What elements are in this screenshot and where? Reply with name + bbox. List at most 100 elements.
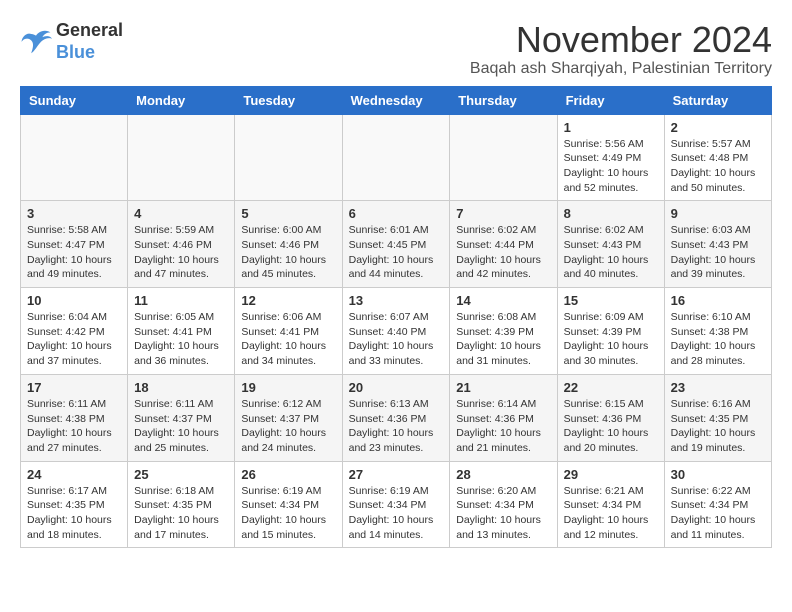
calendar-cell: 26Sunrise: 6:19 AM Sunset: 4:34 PM Dayli…: [235, 461, 342, 548]
day-info: Sunrise: 6:02 AM Sunset: 4:44 PM Dayligh…: [456, 223, 550, 282]
weekday-header: Wednesday: [342, 86, 450, 114]
calendar-week-row: 3Sunrise: 5:58 AM Sunset: 4:47 PM Daylig…: [21, 201, 772, 288]
weekday-header: Saturday: [664, 86, 771, 114]
weekday-header: Monday: [128, 86, 235, 114]
day-info: Sunrise: 6:11 AM Sunset: 4:38 PM Dayligh…: [27, 397, 121, 456]
calendar-cell: 14 Sunrise: 6:08 AM Sunset: 4:39 PM Dayli…: [450, 288, 557, 375]
day-info: Sunrise: 6:19 AM Sunset: 4:34 PM Dayligh…: [241, 484, 335, 543]
calendar-cell: 28 Sunrise: 6:20 AM Sunset: 4:34 PM Dayli…: [450, 461, 557, 548]
day-info: Sunrise: 6:22 AM Sunset: 4:34 PM Dayligh…: [671, 484, 765, 543]
logo: General Blue: [20, 20, 123, 63]
calendar-cell: 1 Sunrise: 5:56 AM Sunset: 4:49 PM Daylig…: [557, 114, 664, 201]
calendar-cell: 21 Sunrise: 6:14 AM Sunset: 4:36 PM Dayli…: [450, 374, 557, 461]
calendar-week-row: 17Sunrise: 6:11 AM Sunset: 4:38 PM Dayli…: [21, 374, 772, 461]
calendar-header-row: SundayMondayTuesdayWednesdayThursdayFrid…: [21, 86, 772, 114]
day-info: Sunrise: 6:04 AM Sunset: 4:42 PM Dayligh…: [27, 310, 121, 369]
day-number: 5: [241, 206, 335, 221]
day-info: Sunrise: 6:07 AM Sunset: 4:40 PM Dayligh…: [349, 310, 444, 369]
day-info: Sunrise: 6:14 AM Sunset: 4:36 PM Dayligh…: [456, 397, 550, 456]
day-number: 10: [27, 293, 121, 308]
calendar-week-row: 24Sunrise: 6:17 AM Sunset: 4:35 PM Dayli…: [21, 461, 772, 548]
day-number: 8: [564, 206, 658, 221]
calendar-cell: 9 Sunrise: 6:03 AM Sunset: 4:43 PM Daylig…: [664, 201, 771, 288]
day-info: Sunrise: 5:57 AM Sunset: 4:48 PM Dayligh…: [671, 137, 765, 196]
calendar-cell: 6Sunrise: 6:01 AM Sunset: 4:45 PM Daylig…: [342, 201, 450, 288]
day-info: Sunrise: 5:56 AM Sunset: 4:49 PM Dayligh…: [564, 137, 658, 196]
calendar-cell: 18 Sunrise: 6:11 AM Sunset: 4:37 PM Dayli…: [128, 374, 235, 461]
day-info: Sunrise: 6:13 AM Sunset: 4:36 PM Dayligh…: [349, 397, 444, 456]
day-number: 14: [456, 293, 550, 308]
day-info: Sunrise: 6:11 AM Sunset: 4:37 PM Dayligh…: [134, 397, 228, 456]
calendar-cell: 19Sunrise: 6:12 AM Sunset: 4:37 PM Dayli…: [235, 374, 342, 461]
calendar-cell: 20Sunrise: 6:13 AM Sunset: 4:36 PM Dayli…: [342, 374, 450, 461]
calendar-cell: [235, 114, 342, 201]
calendar-cell: 8 Sunrise: 6:02 AM Sunset: 4:43 PM Daylig…: [557, 201, 664, 288]
day-number: 30: [671, 467, 765, 482]
day-info: Sunrise: 6:02 AM Sunset: 4:43 PM Dayligh…: [564, 223, 658, 282]
day-info: Sunrise: 6:03 AM Sunset: 4:43 PM Dayligh…: [671, 223, 765, 282]
day-info: Sunrise: 6:06 AM Sunset: 4:41 PM Dayligh…: [241, 310, 335, 369]
day-info: Sunrise: 6:19 AM Sunset: 4:34 PM Dayligh…: [349, 484, 444, 543]
day-number: 12: [241, 293, 335, 308]
day-number: 25: [134, 467, 228, 482]
calendar-cell: 24Sunrise: 6:17 AM Sunset: 4:35 PM Dayli…: [21, 461, 128, 548]
day-info: Sunrise: 5:59 AM Sunset: 4:46 PM Dayligh…: [134, 223, 228, 282]
weekday-header: Friday: [557, 86, 664, 114]
day-info: Sunrise: 6:20 AM Sunset: 4:34 PM Dayligh…: [456, 484, 550, 543]
calendar-cell: 11Sunrise: 6:05 AM Sunset: 4:41 PM Dayli…: [128, 288, 235, 375]
day-number: 7: [456, 206, 550, 221]
day-number: 27: [349, 467, 444, 482]
calendar-cell: 10 Sunrise: 6:04 AM Sunset: 4:42 PM Dayli…: [21, 288, 128, 375]
calendar-cell: 7 Sunrise: 6:02 AM Sunset: 4:44 PM Daylig…: [450, 201, 557, 288]
calendar-cell: 15 Sunrise: 6:09 AM Sunset: 4:39 PM Dayli…: [557, 288, 664, 375]
calendar-cell: 2 Sunrise: 5:57 AM Sunset: 4:48 PM Daylig…: [664, 114, 771, 201]
calendar-week-row: 1 Sunrise: 5:56 AM Sunset: 4:49 PM Daylig…: [21, 114, 772, 201]
weekday-header: Sunday: [21, 86, 128, 114]
calendar-cell: 4Sunrise: 5:59 AM Sunset: 4:46 PM Daylig…: [128, 201, 235, 288]
calendar-week-row: 10 Sunrise: 6:04 AM Sunset: 4:42 PM Dayli…: [21, 288, 772, 375]
day-number: 18: [134, 380, 228, 395]
calendar-cell: 17Sunrise: 6:11 AM Sunset: 4:38 PM Dayli…: [21, 374, 128, 461]
calendar-cell: 3Sunrise: 5:58 AM Sunset: 4:47 PM Daylig…: [21, 201, 128, 288]
month-title: November 2024: [470, 20, 772, 60]
day-number: 28: [456, 467, 550, 482]
day-number: 2: [671, 120, 765, 135]
day-number: 15: [564, 293, 658, 308]
header: General Blue November 2024 Baqah ash Sha…: [20, 20, 772, 78]
day-info: Sunrise: 6:21 AM Sunset: 4:34 PM Dayligh…: [564, 484, 658, 543]
day-number: 24: [27, 467, 121, 482]
day-number: 16: [671, 293, 765, 308]
calendar-cell: 29 Sunrise: 6:21 AM Sunset: 4:34 PM Dayli…: [557, 461, 664, 548]
calendar-cell: 16Sunrise: 6:10 AM Sunset: 4:38 PM Dayli…: [664, 288, 771, 375]
calendar-cell: 27 Sunrise: 6:19 AM Sunset: 4:34 PM Dayli…: [342, 461, 450, 548]
calendar-cell: 12 Sunrise: 6:06 AM Sunset: 4:41 PM Dayli…: [235, 288, 342, 375]
location-subtitle: Baqah ash Sharqiyah, Palestinian Territo…: [470, 60, 772, 78]
day-number: 9: [671, 206, 765, 221]
calendar-cell: 22 Sunrise: 6:15 AM Sunset: 4:36 PM Dayli…: [557, 374, 664, 461]
day-number: 21: [456, 380, 550, 395]
day-info: Sunrise: 6:16 AM Sunset: 4:35 PM Dayligh…: [671, 397, 765, 456]
day-info: Sunrise: 6:15 AM Sunset: 4:36 PM Dayligh…: [564, 397, 658, 456]
day-info: Sunrise: 6:08 AM Sunset: 4:39 PM Dayligh…: [456, 310, 550, 369]
logo-icon: [20, 28, 52, 56]
day-info: Sunrise: 5:58 AM Sunset: 4:47 PM Dayligh…: [27, 223, 121, 282]
weekday-header: Thursday: [450, 86, 557, 114]
calendar-table: SundayMondayTuesdayWednesdayThursdayFrid…: [20, 86, 772, 549]
day-number: 13: [349, 293, 444, 308]
day-info: Sunrise: 6:18 AM Sunset: 4:35 PM Dayligh…: [134, 484, 228, 543]
day-number: 1: [564, 120, 658, 135]
day-number: 29: [564, 467, 658, 482]
calendar-cell: [21, 114, 128, 201]
calendar-cell: [342, 114, 450, 201]
calendar-cell: 23Sunrise: 6:16 AM Sunset: 4:35 PM Dayli…: [664, 374, 771, 461]
title-section: November 2024 Baqah ash Sharqiyah, Pales…: [470, 20, 772, 78]
day-number: 22: [564, 380, 658, 395]
calendar-cell: [450, 114, 557, 201]
day-info: Sunrise: 6:01 AM Sunset: 4:45 PM Dayligh…: [349, 223, 444, 282]
weekday-header: Tuesday: [235, 86, 342, 114]
calendar-cell: [128, 114, 235, 201]
day-number: 19: [241, 380, 335, 395]
day-info: Sunrise: 6:09 AM Sunset: 4:39 PM Dayligh…: [564, 310, 658, 369]
day-info: Sunrise: 6:00 AM Sunset: 4:46 PM Dayligh…: [241, 223, 335, 282]
logo-text: General Blue: [56, 20, 123, 63]
